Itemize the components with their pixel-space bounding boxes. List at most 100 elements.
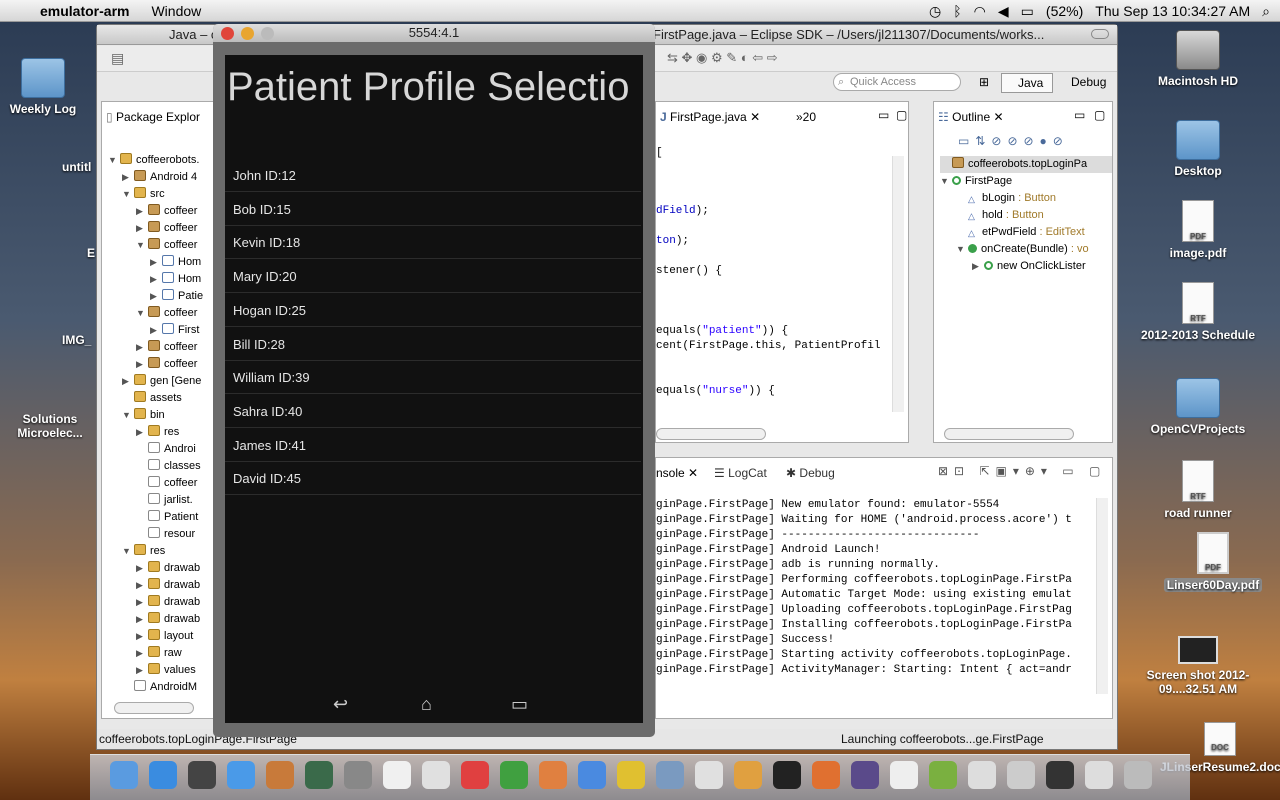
tree-item[interactable]: ▶ coffeer	[108, 220, 216, 237]
desktop-icon-linser-pdf[interactable]: PDF Linser60Day.pdf	[1148, 532, 1278, 592]
tree-item[interactable]: ▶ res	[108, 424, 216, 441]
tree-item[interactable]: Patient	[108, 509, 216, 526]
new-file-icon[interactable]: ▤	[111, 50, 124, 67]
expand-arrow-icon[interactable]: ▼	[940, 173, 952, 190]
preview-icon[interactable]	[695, 761, 723, 789]
collapse-arrow-icon[interactable]: ▶	[136, 628, 148, 645]
tree-item[interactable]: ▼ coffeer	[108, 237, 216, 254]
horizontal-scrollbar[interactable]	[944, 428, 1074, 440]
tree-item[interactable]: coffeer	[108, 475, 216, 492]
tree-item[interactable]: ▶ drawab	[108, 611, 216, 628]
battery-percent[interactable]: (52%)	[1046, 3, 1083, 19]
android-icon[interactable]	[929, 761, 957, 789]
dashboard-icon[interactable]	[188, 761, 216, 789]
tree-item[interactable]: ▶ First	[108, 322, 216, 339]
tree-item[interactable]: assets	[108, 390, 216, 407]
battery-icon[interactable]: ▭	[1021, 3, 1034, 20]
close-tab-icon[interactable]: ✕	[688, 466, 698, 480]
collapse-arrow-icon[interactable]: ▶	[136, 356, 148, 373]
collapse-arrow-icon[interactable]: ▶	[136, 645, 148, 662]
app-menu[interactable]: emulator-arm	[40, 3, 129, 19]
xcode-icon[interactable]	[656, 761, 684, 789]
desktop-icon-image-pdf[interactable]: PDF image.pdf	[1128, 200, 1268, 260]
expand-arrow-icon[interactable]: ▼	[122, 186, 134, 203]
vertical-scrollbar[interactable]	[892, 156, 904, 412]
collapse-arrow-icon[interactable]: ▶	[136, 220, 148, 237]
tab-debug[interactable]: ✱ Debug	[786, 466, 835, 480]
outline-item[interactable]: △ etPwdField : EditText	[940, 224, 1112, 241]
desktop-icon-e[interactable]: E	[0, 246, 102, 260]
patient-list-item[interactable]: John ID:12	[225, 159, 641, 192]
tree-item[interactable]: ▶ coffeer	[108, 356, 216, 373]
garageband-icon[interactable]	[266, 761, 294, 789]
outline-item[interactable]: coffeerobots.topLoginPa	[940, 156, 1112, 173]
patient-list-item[interactable]: Sahra ID:40	[225, 395, 641, 428]
zoom-window-button[interactable]	[261, 27, 274, 40]
app-icon[interactable]	[539, 761, 567, 789]
tree-item[interactable]: AndroidM	[108, 679, 216, 696]
app-store-icon[interactable]	[149, 761, 177, 789]
tree-item[interactable]: ▶ coffeer	[108, 203, 216, 220]
tree-item[interactable]: ▶ coffeer	[108, 339, 216, 356]
desktop-icon-schedule[interactable]: RTF 2012-2013 Schedule	[1128, 282, 1268, 342]
console-toolbar-icons[interactable]: ⊠⊡ ⇱▣▾⊕▾ ▭ ▢	[938, 464, 1106, 478]
textedit-icon[interactable]	[383, 761, 411, 789]
close-tab-icon[interactable]: ✕	[993, 110, 1003, 124]
trash-icon[interactable]	[1124, 761, 1152, 789]
paper-icon[interactable]	[890, 761, 918, 789]
collapse-arrow-icon[interactable]: ▶	[122, 373, 134, 390]
patient-list-item[interactable]: David ID:45	[225, 462, 641, 496]
collapse-arrow-icon[interactable]: ▶	[150, 322, 162, 339]
console-output[interactable]: ginPage.FirstPage] New emulator found: e…	[656, 498, 1096, 678]
patient-list-item[interactable]: Mary ID:20	[225, 260, 641, 294]
collapse-arrow-icon[interactable]: ▶	[150, 271, 162, 288]
perspective-debug[interactable]: Debug	[1055, 73, 1115, 93]
close-window-button[interactable]	[221, 27, 234, 40]
minimize-icon[interactable]: ▭	[1074, 108, 1085, 122]
collapse-arrow-icon[interactable]: ▶	[136, 203, 148, 220]
desktop-icon-opencv[interactable]: OpenCVProjects	[1128, 378, 1268, 436]
home-icon[interactable]: ⌂	[421, 694, 432, 715]
messages-icon[interactable]	[578, 761, 606, 789]
desktop-icon-solutions[interactable]: Solutions Microelec...	[0, 412, 110, 440]
collapse-arrow-icon[interactable]: ▶	[136, 611, 148, 628]
tree-item[interactable]: ▶ Hom	[108, 254, 216, 271]
chrome-icon[interactable]	[617, 761, 645, 789]
time-machine-icon[interactable]: ◷	[929, 3, 941, 20]
collapse-arrow-icon[interactable]: ▶	[136, 662, 148, 679]
tree-item[interactable]: Androi	[108, 441, 216, 458]
vertical-scrollbar[interactable]	[1096, 498, 1108, 694]
desktop-icon-desktop[interactable]: Desktop	[1128, 120, 1268, 178]
patient-list-item[interactable]: Hogan ID:25	[225, 294, 641, 327]
maximize-icon[interactable]: ▢	[1094, 108, 1105, 122]
recent-apps-icon[interactable]: ▭	[511, 694, 528, 715]
outline-item[interactable]: ▼ FirstPage	[940, 173, 1112, 190]
collapse-arrow-icon[interactable]: ▶	[150, 288, 162, 305]
tree-item[interactable]: resour	[108, 526, 216, 543]
patient-list-item[interactable]: Bill ID:28	[225, 328, 641, 361]
tab-outline[interactable]: ☷ Outline ✕	[938, 110, 1004, 124]
tree-item[interactable]: ▶ values	[108, 662, 216, 679]
open-perspective-icon[interactable]: ⊞	[979, 75, 989, 89]
window-menu[interactable]: Window	[151, 3, 201, 19]
tree-item[interactable]: ▶ Android 4	[108, 169, 216, 186]
tree-item[interactable]: ▼ coffeer	[108, 305, 216, 322]
tree-item[interactable]: ▼ coffeerobots.	[108, 152, 216, 169]
wifi-icon[interactable]: ◠	[974, 3, 986, 20]
patient-list-item[interactable]: Kevin ID:18	[225, 226, 641, 260]
horizontal-scrollbar[interactable]	[114, 702, 194, 714]
tree-item[interactable]: ▼ bin	[108, 407, 216, 424]
toolbar-icons-group[interactable]: ⇆ ✥ ◉ ⚙ ✎ ◐ ⇦ ⇨	[667, 50, 778, 66]
tree-item[interactable]: ▶ gen [Gene	[108, 373, 216, 390]
patient-list-item[interactable]: William ID:39	[225, 361, 641, 395]
tree-item[interactable]: ▶ Hom	[108, 271, 216, 288]
collapse-arrow-icon[interactable]: ▶	[150, 254, 162, 271]
desktop-icon-img[interactable]: IMG_	[0, 333, 102, 347]
desktop-icon-screenshot[interactable]: Screen shot 2012-09....32.51 AM	[1128, 636, 1268, 696]
outline-item[interactable]: ▶ new OnClickLister	[940, 258, 1112, 275]
desktop-icon-macintosh-hd[interactable]: Macintosh HD	[1128, 30, 1268, 88]
collapse-arrow-icon[interactable]: ▶	[136, 594, 148, 611]
tree-item[interactable]: ▶ layout	[108, 628, 216, 645]
outline-toolbar-icons[interactable]: ▭⇅⊘⊘⊘●⊘	[958, 134, 1069, 148]
toolbar-toggle-button[interactable]	[1091, 29, 1109, 39]
